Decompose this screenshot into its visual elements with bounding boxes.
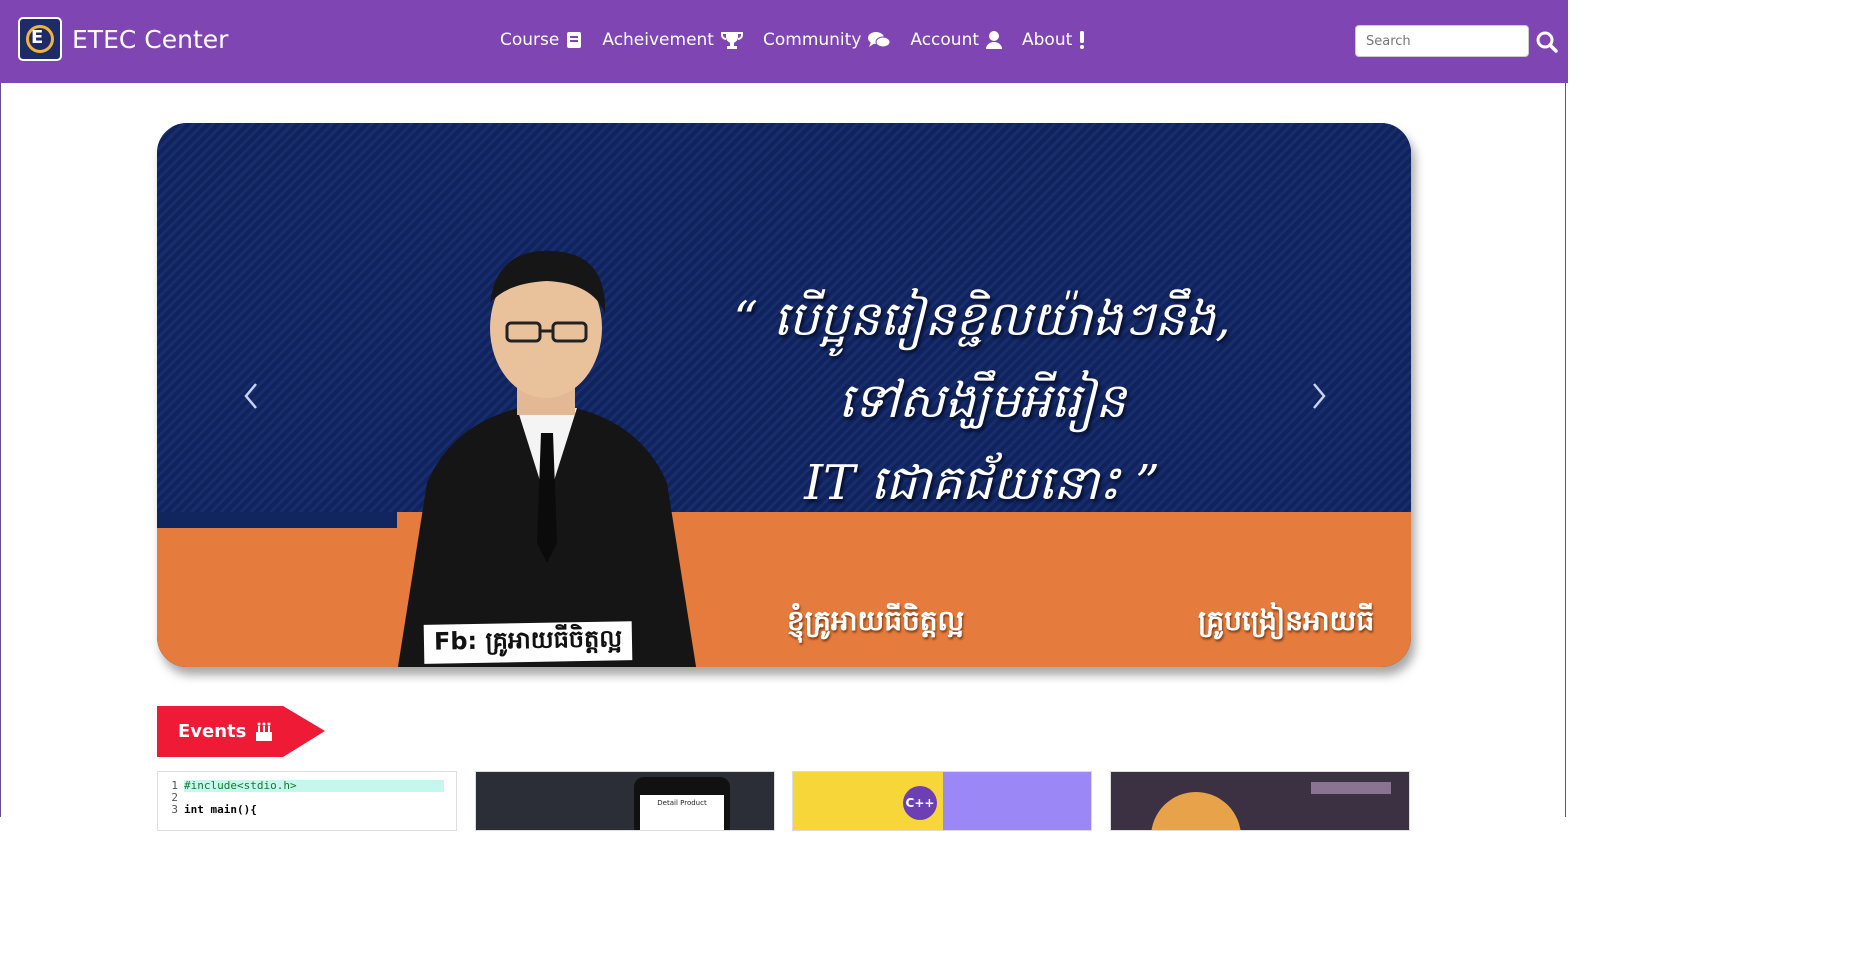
search-input[interactable] (1355, 25, 1529, 57)
search-icon[interactable] (1536, 31, 1558, 53)
nav-achievement[interactable]: Acheivement (602, 30, 743, 50)
nav-about[interactable]: About (1022, 30, 1085, 50)
phone-mockup: Detail Product (634, 777, 730, 830)
window-light (1311, 782, 1391, 794)
illustration (1151, 792, 1241, 830)
quote-line-2: ទៅសង្ឃឹមអីរៀន (838, 373, 1126, 429)
exclamation-icon (1080, 31, 1085, 49)
event-card-3[interactable]: C++ (792, 771, 1092, 831)
birthday-cake-icon (256, 722, 273, 741)
events-heading: Events (157, 706, 325, 757)
event-card-1[interactable]: 1 #include<stdio.h> 2 3 int main(){ (157, 771, 457, 831)
code-line-1: #include<stdio.h> (184, 780, 444, 792)
event-card-4[interactable] (1110, 771, 1410, 831)
carousel-next-icon[interactable] (1308, 382, 1328, 410)
nav-course-label: Course (500, 30, 560, 50)
quote-line-3: IT ជោគជ័យនោះ ” (804, 455, 1160, 511)
comments-icon (868, 32, 891, 48)
trophy-icon (720, 32, 743, 49)
nav-account[interactable]: Account (910, 30, 1003, 50)
etec-logo-icon: E (18, 17, 62, 61)
nav-community-label: Community (762, 30, 862, 50)
book-icon (567, 32, 582, 48)
nav-achievement-label: Acheivement (602, 30, 714, 50)
hero-carousel: “ បើប្អូនរៀនខ្ជិលយ៉ាងៗនឹង, ទៅសង្ឃឹមអីរៀន… (157, 123, 1411, 667)
cpp-logo-icon: C++ (903, 786, 937, 820)
quote-line-1: “ បើប្អូនរៀនខ្ជិលយ៉ាងៗនឹង, (733, 291, 1231, 347)
top-navbar: E ETEC Center Course Acheivement Communi… (0, 0, 1568, 83)
carousel-prev-icon[interactable] (242, 382, 262, 410)
main-nav: Course Acheivement Community Account Abo… (500, 30, 1105, 50)
facebook-label: Fb: គ្រូអាយធីចិត្តល្អ (423, 621, 633, 664)
brand-name: ETEC Center (72, 24, 229, 54)
event-card-2[interactable]: Detail Product (475, 771, 775, 831)
teacher-name: ខ្ញុំគ្រូអាយធីចិត្តល្អ (787, 604, 965, 637)
code-line-3: int main(){ (184, 803, 257, 816)
user-icon (986, 31, 1003, 49)
nav-about-label: About (1022, 30, 1073, 50)
brand[interactable]: E ETEC Center (18, 17, 228, 61)
cpp-label: C++ (905, 796, 935, 810)
nav-community[interactable]: Community (762, 30, 891, 50)
detail-product-caption: Detail Product (657, 799, 707, 807)
nav-account-label: Account (910, 30, 980, 50)
events-label: Events (178, 721, 247, 742)
code-snippet: 1 #include<stdio.h> 2 3 int main(){ (158, 772, 456, 816)
banner-quote: “ បើប្អូនរៀនខ្ជិលយ៉ាងៗនឹង, ទៅសង្ឃឹមអីរៀន… (657, 278, 1307, 524)
nav-course[interactable]: Course (500, 30, 582, 50)
teacher-title: គ្រូបង្រៀនអាយធី (1198, 604, 1375, 637)
